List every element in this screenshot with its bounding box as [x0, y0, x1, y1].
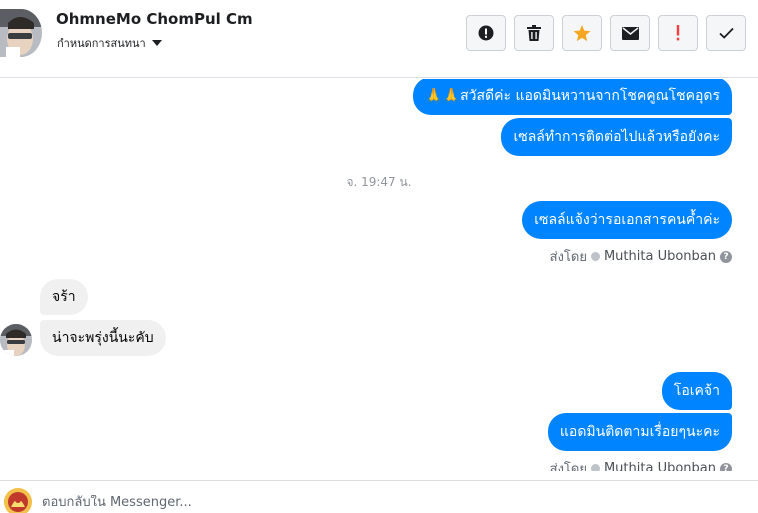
mark-spam-button[interactable] [466, 15, 506, 51]
envelope-icon [621, 26, 639, 40]
conversation-settings-label: กำหนดการสนทนา [57, 37, 146, 50]
sent-by-prefix: ส่งโดย [549, 462, 587, 471]
reply-composer [0, 480, 758, 513]
star-icon [573, 24, 591, 42]
caret-down-icon [151, 40, 162, 46]
message-thread[interactable]: 🙏🙏สวัสดีค่ะ แอดมินหวานจากโชคคูณโชคอุดร เ… [0, 79, 758, 471]
trash-icon [527, 25, 541, 41]
outgoing-message[interactable]: เซลล์ทำการติดต่อไปแล้วหรือยังคะ [501, 118, 732, 156]
mark-done-button[interactable] [706, 15, 746, 51]
help-icon[interactable]: ? [720, 250, 732, 263]
contact-avatar-small [0, 324, 32, 356]
checkmark-icon [718, 27, 734, 39]
sent-by-prefix: ส่งโดย [549, 250, 587, 265]
sent-by-info: ส่งโดย Muthita Ubonban ? [550, 246, 732, 267]
conversation-header: OhmneMo ChomPul Cm กำหนดการสนทนา [0, 0, 758, 78]
outgoing-message[interactable]: 🙏🙏สวัสดีค่ะ แอดมินหวานจากโชคคูณโชคอุดร [413, 79, 732, 115]
contact-avatar[interactable] [0, 9, 42, 57]
contact-name[interactable]: OhmneMo ChomPul Cm [56, 10, 253, 28]
agent-name[interactable]: Muthita Ubonban [604, 249, 716, 264]
verified-icon [590, 464, 600, 471]
agent-name[interactable]: Muthita Ubonban [604, 461, 716, 471]
star-button[interactable] [562, 15, 602, 51]
delete-button[interactable] [514, 15, 554, 51]
exclamation-icon [676, 25, 680, 41]
verified-icon [590, 252, 600, 261]
message-timestamp: จ. 19:47 น. [346, 175, 412, 189]
reply-input[interactable] [42, 495, 742, 510]
follow-up-button[interactable] [658, 15, 698, 51]
outgoing-message[interactable]: เซลล์แจ้งว่ารอเอกสารคนค้ำค่ะ [522, 201, 732, 239]
incoming-message[interactable]: น่าจะพรุ่งนี้นะคับ [40, 320, 166, 356]
mark-unread-button[interactable] [610, 15, 650, 51]
help-icon[interactable]: ? [720, 462, 732, 471]
conversation-settings-dropdown[interactable]: กำหนดการสนทนา [57, 34, 162, 52]
outgoing-message[interactable]: โอเคจ้า [661, 372, 732, 410]
alert-circle-icon [478, 25, 494, 41]
sent-by-info: ส่งโดย Muthita Ubonban ? [550, 458, 732, 471]
incoming-message[interactable]: จร้า [40, 279, 88, 315]
outgoing-message[interactable]: แอดมินติดตามเรื่อยๆนะคะ [547, 413, 732, 451]
page-avatar [4, 488, 32, 513]
